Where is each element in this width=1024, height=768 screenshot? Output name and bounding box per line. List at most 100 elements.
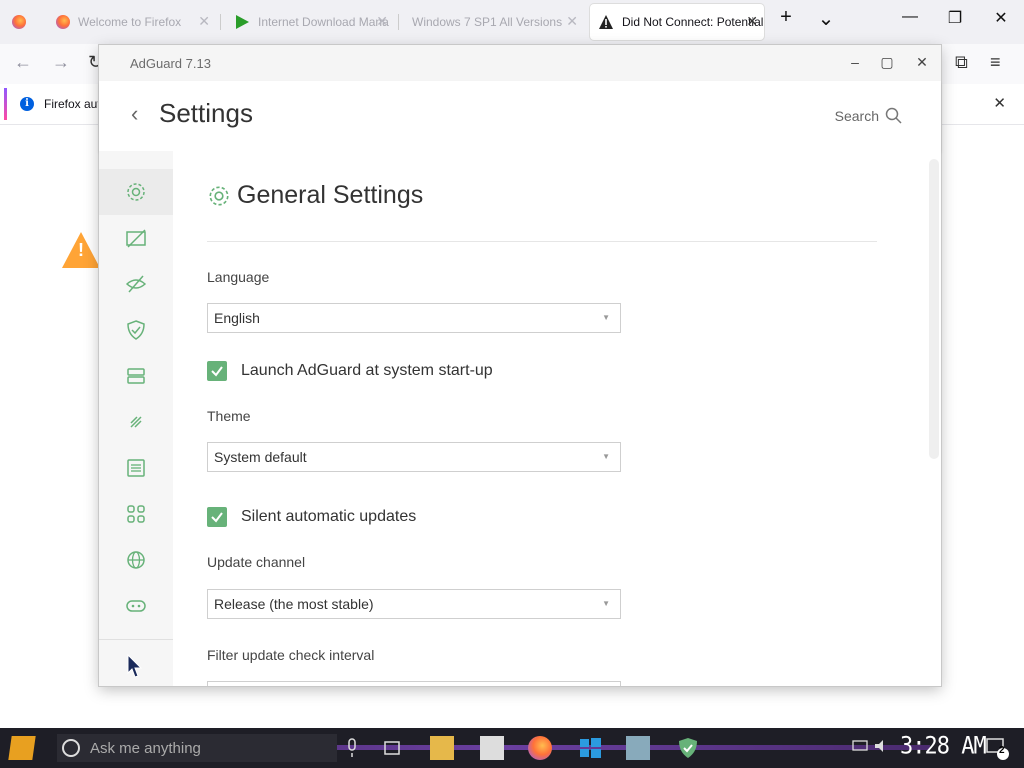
sidebar-item-ad-blocker[interactable] (99, 215, 173, 261)
chevron-down-icon: ▼ (602, 452, 610, 461)
volume-icon[interactable] (872, 736, 896, 760)
gamepad-icon (126, 600, 146, 612)
tab-pinned-firefox[interactable] (6, 4, 36, 40)
close-tab-icon[interactable]: ✕ (376, 13, 388, 30)
minimize-icon[interactable]: – (845, 54, 865, 70)
firefox-icon (56, 15, 70, 29)
new-tab-button[interactable]: + (771, 6, 801, 29)
tab-did-not-connect[interactable]: Did Not Connect: Potential ✕ (590, 4, 764, 40)
minimize-icon[interactable]: — (895, 8, 925, 26)
filter-interval-select[interactable] (207, 681, 621, 686)
warning-icon (599, 15, 613, 29)
windows-logo-icon[interactable] (578, 736, 602, 760)
tab-internet-download-manager[interactable]: Internet Download Mana ✕ (226, 4, 394, 40)
sidebar-item-dns[interactable] (99, 353, 173, 399)
settings-header: ‹ Settings Search (99, 81, 941, 151)
apps-grid-icon (127, 505, 145, 523)
extensions-icon[interactable]: ⧉ (955, 52, 968, 73)
close-icon[interactable]: ✕ (912, 54, 932, 71)
adguard-window: AdGuard 7.13 – ▢ ✕ ‹ Settings Search Gen… (99, 45, 941, 686)
shield-icon (127, 320, 145, 340)
search-label: Search (834, 108, 879, 124)
close-tab-icon[interactable]: ✕ (746, 13, 758, 30)
launch-startup-checkbox[interactable]: Launch AdGuard at system start-up (207, 361, 493, 381)
browser-tab-strip: Welcome to Firefox ✕ Internet Download M… (0, 0, 1024, 44)
update-channel-select[interactable]: Release (the most stable) ▼ (207, 589, 621, 619)
close-tab-icon[interactable]: ✕ (198, 13, 210, 30)
close-notification-icon[interactable]: ✕ (993, 94, 1006, 112)
firefox-taskbar-icon[interactable] (528, 736, 552, 760)
sidebar-collapse-button[interactable] (99, 651, 173, 685)
sidebar-item-apps[interactable] (99, 491, 173, 537)
page-warning-icon: ! (62, 232, 100, 268)
rocket-icon (130, 416, 142, 428)
adguard-taskbar-icon[interactable] (676, 736, 700, 760)
tab-list-button[interactable]: ⌄ (811, 6, 841, 31)
divider (207, 241, 877, 242)
windows-taskbar: Ask me anything 3:28 AM 2 (0, 728, 1024, 768)
microphone-icon[interactable] (340, 736, 364, 760)
network-tray-icon[interactable] (850, 736, 874, 760)
store-icon[interactable] (480, 736, 504, 760)
section-title-text: General Settings (237, 181, 424, 209)
start-button[interactable] (8, 736, 36, 760)
maximize-icon[interactable]: ▢ (877, 54, 897, 71)
tab-title: Windows 7 SP1 All Versions (412, 15, 563, 29)
page-title: Settings (159, 98, 253, 128)
tab-windows-7[interactable]: Windows 7 SP1 All Versions ✕ (404, 4, 584, 40)
silent-updates-checkbox[interactable]: Silent automatic updates (207, 507, 416, 527)
file-explorer-icon[interactable] (430, 736, 454, 760)
task-view-icon[interactable] (380, 736, 404, 760)
forward-arrow-icon[interactable]: → (52, 52, 70, 73)
firefox-icon (12, 15, 26, 29)
sidebar-item-filters[interactable] (99, 445, 173, 491)
gear-icon (209, 185, 229, 206)
server-icon (127, 368, 145, 384)
settings-sidebar (99, 151, 173, 686)
restore-icon[interactable]: ❐ (940, 8, 970, 28)
back-button[interactable]: ‹ (131, 101, 138, 127)
sidebar-item-general[interactable] (99, 169, 173, 215)
theme-select[interactable]: System default ▼ (207, 442, 621, 472)
sidebar-item-extensions[interactable] (99, 399, 173, 445)
filter-interval-label: Filter update check interval (207, 647, 375, 663)
back-arrow-icon[interactable]: ← (14, 52, 32, 73)
search-button[interactable]: Search (835, 107, 903, 125)
tab-welcome-firefox[interactable]: Welcome to Firefox ✕ (48, 4, 216, 40)
ad-block-icon (126, 229, 146, 248)
sidebar-item-network[interactable] (99, 537, 173, 583)
tab-title: Internet Download Mana (258, 15, 389, 29)
sidebar-item-stealth-mode[interactable] (99, 261, 173, 307)
list-icon (127, 459, 145, 477)
notification-count: 2 (999, 745, 1005, 756)
taskbar-search-placeholder: Ask me anything (90, 739, 201, 757)
stealth-eye-icon (125, 275, 147, 293)
network-app-icon[interactable] (626, 736, 650, 760)
action-center-icon[interactable]: 2 (984, 736, 1009, 760)
cortana-icon (62, 739, 80, 757)
globe-icon (127, 551, 145, 569)
taskbar-clock[interactable]: 3:28 AM (900, 733, 987, 761)
info-icon: i (20, 97, 34, 111)
window-title: AdGuard 7.13 (130, 56, 211, 71)
scrollbar[interactable] (929, 159, 939, 459)
chevron-down-icon: ▼ (602, 599, 610, 608)
mouse-cursor-icon (127, 653, 143, 678)
close-tab-icon[interactable]: ✕ (566, 13, 578, 30)
update-channel-value: Release (the most stable) (214, 596, 374, 612)
general-settings-panel: General Settings Language English ▼ Laun… (173, 151, 941, 686)
language-select[interactable]: English ▼ (207, 303, 621, 333)
taskbar-search[interactable]: Ask me anything (57, 734, 337, 762)
checkmark-icon (207, 361, 227, 381)
sidebar-item-browsing-security[interactable] (99, 307, 173, 353)
close-window-icon[interactable]: ✕ (986, 8, 1016, 28)
search-icon (885, 107, 902, 124)
gear-icon (127, 183, 145, 201)
chevron-down-icon: ▼ (602, 313, 610, 322)
menu-icon[interactable]: ≡ (990, 52, 1001, 73)
sidebar-item-parental-control[interactable] (99, 583, 173, 629)
tab-title: Did Not Connect: Potential (622, 15, 764, 29)
language-label: Language (207, 269, 270, 285)
theme-value: System default (214, 449, 307, 465)
checkmark-icon (207, 507, 227, 527)
